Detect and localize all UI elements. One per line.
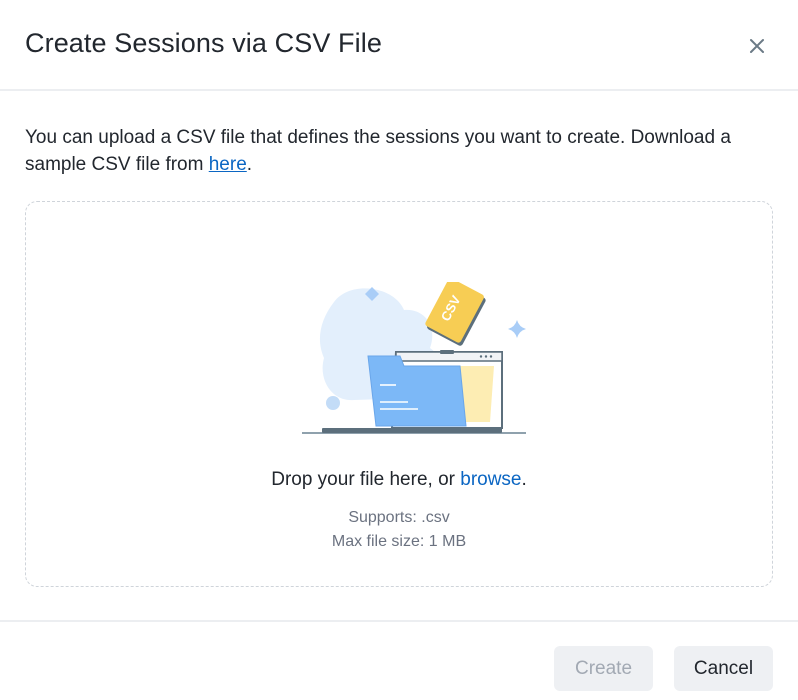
intro-text-before: You can upload a CSV file that defines t…: [25, 127, 731, 175]
intro-text-after: .: [246, 154, 253, 175]
dialog-footer: Create Cancel: [0, 620, 798, 700]
close-button[interactable]: [744, 33, 770, 59]
folder-upload-illustration: CSV: [302, 282, 526, 434]
create-button[interactable]: Create: [554, 646, 653, 691]
browse-link[interactable]: browse: [460, 469, 521, 490]
dialog-title: Create Sessions via CSV File: [25, 28, 382, 58]
csv-upload-dialog: Create Sessions via CSV File You can upl…: [0, 0, 798, 700]
drop-text-before: Drop your file here, or: [271, 469, 461, 490]
intro-text: You can upload a CSV file that defines t…: [25, 124, 785, 178]
drop-text-after: .: [521, 469, 527, 490]
sparkle-icon: [508, 320, 526, 338]
drop-instructions: Drop your file here, or browse.: [26, 469, 772, 491]
close-icon: [750, 39, 764, 53]
decor-dot: [326, 396, 340, 410]
cancel-button[interactable]: Cancel: [674, 646, 773, 691]
dialog-header: Create Sessions via CSV File: [0, 0, 798, 91]
supported-formats: Supports: .csv: [348, 509, 450, 526]
sample-csv-link[interactable]: here: [209, 154, 247, 175]
max-file-size: Max file size: 1 MB: [331, 533, 467, 550]
file-dropzone[interactable]: CSV Drop your file here, or browse. Supp…: [25, 201, 773, 587]
